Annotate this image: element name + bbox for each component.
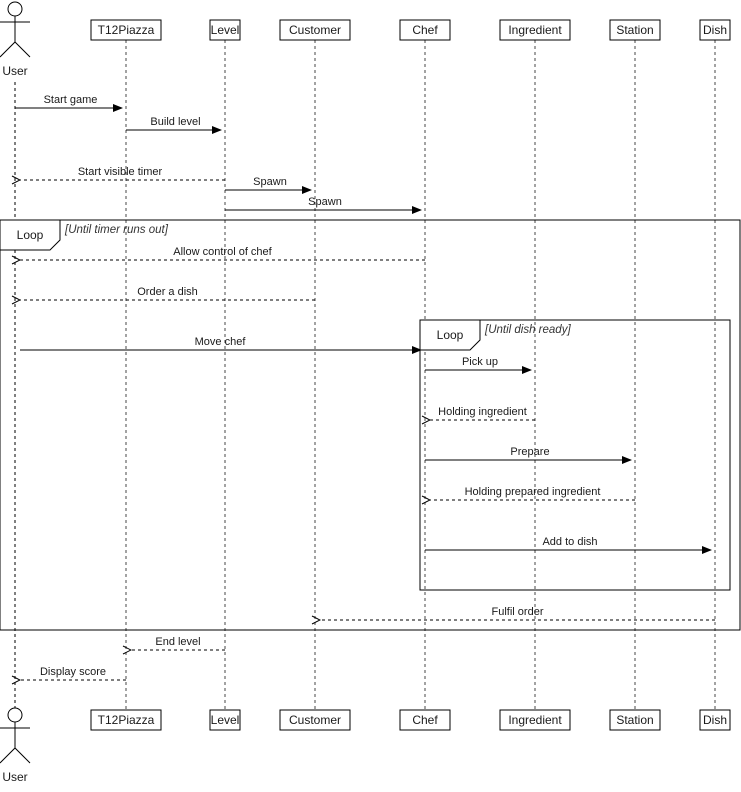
message-label: Pick up	[462, 356, 498, 368]
message-label: Build level	[150, 116, 200, 128]
message-label: Spawn	[253, 176, 287, 188]
participant-label: Station	[616, 713, 653, 727]
message-label: Order a dish	[137, 286, 198, 298]
actor-head-icon	[7, 707, 23, 723]
message-allow-control-of-chef[interactable]: Allow control of chef	[20, 246, 425, 260]
participant-label: Chef	[412, 23, 438, 37]
message-fulfil-order[interactable]: Fulfil order	[320, 606, 715, 620]
message-label: Spawn	[308, 196, 342, 208]
actor-user-top[interactable]: User	[0, 1, 31, 78]
message-spawn[interactable]: Spawn	[225, 176, 312, 194]
fragment-operator: Loop	[437, 328, 464, 342]
participant-customer-bottom[interactable]: Customer	[279, 709, 351, 731]
participants-top: User T12Piazza Level Customer Chef Ingredient…	[0, 1, 731, 78]
fragment-operator: Loop	[17, 228, 44, 242]
participant-label: Level	[211, 713, 240, 727]
participant-label: Ingredient	[508, 713, 562, 727]
message-label: Display score	[40, 666, 106, 678]
participant-ingredient-bottom[interactable]: Ingredient	[499, 709, 571, 731]
participant-level-top[interactable]: Level	[209, 19, 241, 41]
message-label: End level	[155, 636, 200, 648]
fragment-frame	[0, 219, 741, 631]
message-add-to-dish[interactable]: Add to dish	[425, 536, 712, 554]
message-label: Add to dish	[542, 536, 597, 548]
actor-head-icon	[7, 1, 23, 17]
message-order-a-dish[interactable]: Order a dish	[20, 286, 315, 300]
messages: Start game Build level Start visible timer…	[15, 94, 715, 680]
lifelines	[14, 40, 716, 710]
message-label: Start visible timer	[78, 166, 163, 178]
fragment-guard: [Until timer runs out]	[64, 224, 169, 236]
message-end-level[interactable]: End level	[131, 636, 225, 650]
participant-ingredient-top[interactable]: Ingredient	[499, 19, 571, 41]
participant-label: Customer	[289, 23, 341, 37]
participant-label: Level	[211, 23, 240, 37]
participant-t12piazza-bottom[interactable]: T12Piazza	[90, 709, 162, 731]
message-move-chef[interactable]: Move chef	[20, 336, 422, 354]
participants-bottom: User T12Piazza Level Customer Chef Ingredient…	[0, 707, 731, 784]
message-label: Holding prepared ingredient	[465, 486, 601, 498]
message-label: Move chef	[195, 336, 247, 348]
message-display-score[interactable]: Display score	[20, 666, 126, 680]
message-holding-ingredient[interactable]: Holding ingredient	[430, 406, 535, 420]
actor-user-bottom[interactable]: User	[0, 707, 31, 784]
actor-legs-icon	[0, 41, 31, 58]
fragment-guard: [Until dish ready]	[484, 324, 571, 336]
message-build-level[interactable]: Build level	[126, 116, 222, 134]
actor-label: User	[2, 64, 27, 78]
participant-label: Ingredient	[508, 23, 562, 37]
actor-label: User	[2, 770, 27, 784]
participant-chef-top[interactable]: Chef	[399, 19, 451, 41]
message-holding-prepared-ingredient[interactable]: Holding prepared ingredient	[430, 486, 635, 500]
participant-label: Dish	[703, 713, 727, 727]
participant-label: Customer	[289, 713, 341, 727]
participant-label: T12Piazza	[98, 713, 155, 727]
participant-label: T12Piazza	[98, 23, 155, 37]
participant-station-top[interactable]: Station	[609, 19, 661, 41]
participant-chef-bottom[interactable]: Chef	[399, 709, 451, 731]
message-prepare[interactable]: Prepare	[425, 446, 632, 464]
fragments: Loop [Until timer runs out] Loop [Until dis…	[0, 219, 741, 631]
actor-legs-icon	[0, 747, 31, 764]
message-start-visible-timer[interactable]: Start visible timer	[20, 166, 225, 180]
message-label: Fulfil order	[492, 606, 544, 618]
participant-level-bottom[interactable]: Level	[209, 709, 241, 731]
participant-t12piazza-top[interactable]: T12Piazza	[90, 19, 162, 41]
sequence-diagram: Loop [Until timer runs out] Loop [Until dis…	[0, 1, 741, 784]
participant-label: Station	[616, 23, 653, 37]
participant-station-bottom[interactable]: Station	[609, 709, 661, 731]
loop-fragment-outer[interactable]: Loop [Until timer runs out]	[0, 219, 741, 631]
message-label: Prepare	[510, 446, 549, 458]
participant-dish-top[interactable]: Dish	[699, 19, 731, 41]
message-start-game[interactable]: Start game	[15, 94, 123, 112]
message-label: Allow control of chef	[173, 246, 272, 258]
participant-dish-bottom[interactable]: Dish	[699, 709, 731, 731]
message-spawn[interactable]: Spawn	[225, 196, 422, 214]
message-pick-up[interactable]: Pick up	[425, 356, 532, 374]
participant-label: Chef	[412, 713, 438, 727]
participant-customer-top[interactable]: Customer	[279, 19, 351, 41]
message-label: Holding ingredient	[438, 406, 527, 418]
participant-label: Dish	[703, 23, 727, 37]
message-label: Start game	[44, 94, 98, 106]
